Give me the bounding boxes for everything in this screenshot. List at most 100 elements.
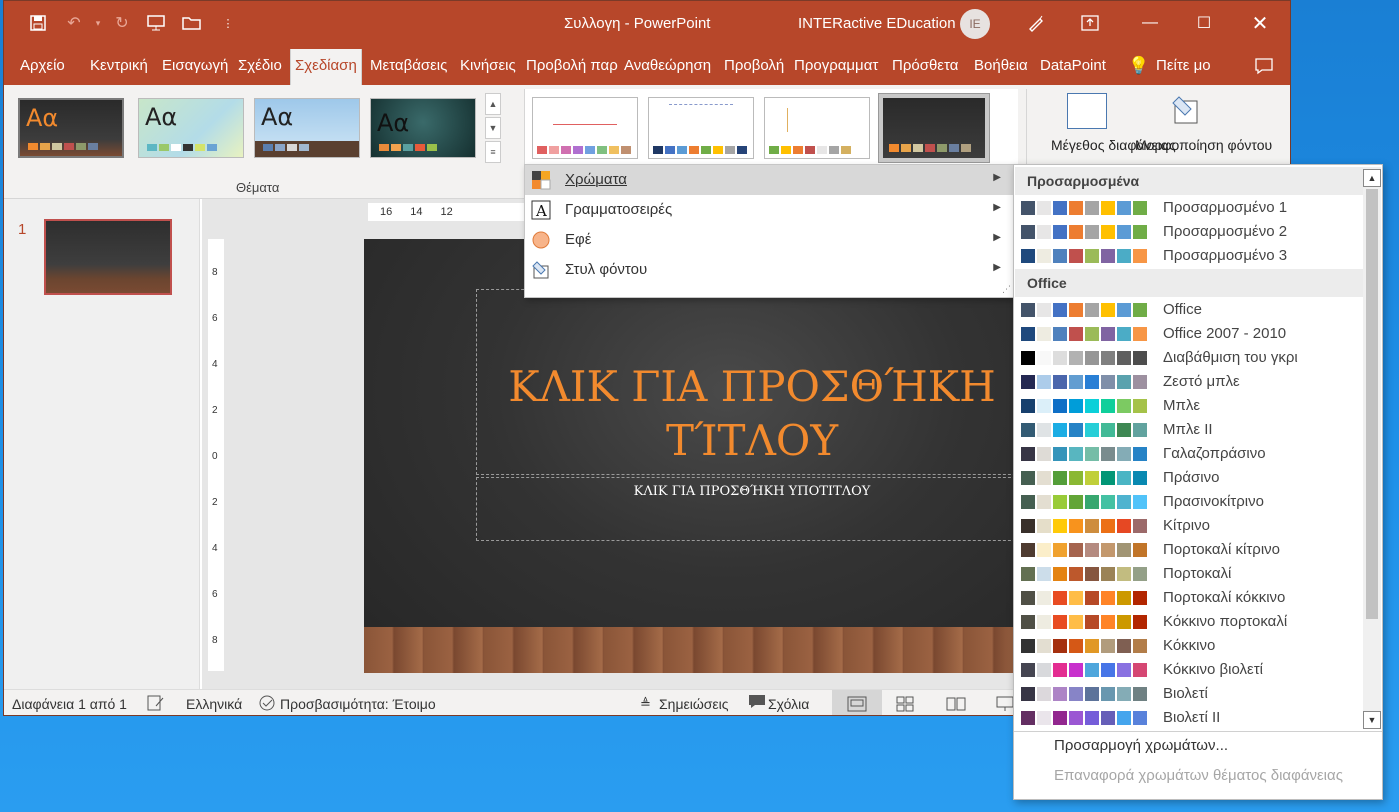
maximize-icon[interactable]: ☐ — [1186, 9, 1222, 37]
scroll-down-icon[interactable]: ▼ — [1363, 711, 1381, 729]
pen-icon[interactable] — [1018, 9, 1054, 37]
undo-icon[interactable]: ↶ — [62, 11, 86, 35]
color-scheme-row[interactable]: Office 2007 - 2010 — [1020, 322, 1360, 346]
accessibility-status[interactable]: Προσβασιμότητα: Έτοιμο — [280, 696, 436, 712]
open-folder-icon[interactable] — [180, 11, 204, 35]
menu-item-effects[interactable]: Εφέ ▶ — [525, 225, 1015, 255]
color-scheme-row[interactable]: Πορτοκαλί κόκκινο — [1020, 586, 1360, 610]
color-scheme-row[interactable]: Προσαρμοσμένο 1 — [1020, 196, 1360, 220]
ribbon-display-options-icon[interactable] — [1072, 9, 1108, 37]
language-indicator[interactable]: Ελληνικά — [186, 696, 242, 712]
tab-slideshow[interactable]: Προβολή παρ — [522, 49, 618, 85]
variant-thumbnail[interactable] — [532, 97, 638, 159]
color-scheme-row[interactable]: Office — [1020, 298, 1360, 322]
slide-size-icon[interactable] — [1067, 93, 1107, 129]
normal-view-button[interactable] — [832, 690, 882, 715]
themes-scroll-up-icon[interactable]: ▲ — [485, 93, 501, 115]
notes-button[interactable]: Σημειώσεις — [659, 696, 729, 712]
scroll-up-icon[interactable]: ▲ — [1363, 169, 1381, 187]
tab-home[interactable]: Κεντρική — [86, 49, 152, 85]
variant-thumbnail[interactable] — [648, 97, 754, 159]
color-scheme-row[interactable]: Βιολετί ΙΙ — [1020, 706, 1360, 730]
comments-button[interactable]: Σχόλια — [768, 696, 809, 712]
variant-thumbnail[interactable] — [764, 97, 870, 159]
accessibility-icon[interactable] — [258, 694, 278, 715]
redo-icon[interactable]: ↻ — [110, 11, 134, 35]
theme-thumbnail[interactable]: Αα — [18, 98, 124, 158]
format-background-icon[interactable] — [1169, 93, 1203, 129]
color-scheme-row[interactable]: Μπλε ΙΙ — [1020, 418, 1360, 442]
tab-addins[interactable]: Πρόσθετα — [888, 49, 962, 85]
tab-transitions[interactable]: Μεταβάσεις — [366, 49, 451, 85]
color-scheme-row[interactable]: Μπλε — [1020, 394, 1360, 418]
slideshow-icon[interactable] — [996, 696, 1014, 715]
color-scheme-row[interactable]: Πορτοκαλί κίτρινο — [1020, 538, 1360, 562]
slide-subtitle[interactable]: ΚΛΙΚ ΓΙΑ ΠΡΟΣΘΉΚΗ ΥΠΟΤΙΤΛΟΥ — [477, 484, 1024, 499]
tab-insert[interactable]: Εισαγωγή — [158, 49, 232, 85]
customize-qat-icon[interactable]: ⋮ — [216, 11, 240, 35]
color-scheme-row[interactable]: Προσαρμοσμένο 3 — [1020, 244, 1360, 268]
slide-sorter-icon[interactable] — [896, 696, 914, 715]
tab-animations[interactable]: Κινήσεις — [456, 49, 520, 85]
comments-icon[interactable] — [748, 694, 766, 713]
close-icon[interactable]: ✕ — [1242, 9, 1278, 37]
variant-thumbnail-selected[interactable] — [878, 93, 990, 163]
title-placeholder[interactable]: ΚΛΙΚ ΓΙΑ ΠΡΟΣΘΉΚΗ ΤΊΤΛΟΥ — [476, 289, 1024, 475]
color-swatch — [1116, 542, 1132, 558]
notes-icon[interactable]: ≜ — [640, 696, 651, 712]
menu-item-background-styles[interactable]: Στυλ φόντου ▶ — [525, 255, 1015, 285]
tab-developer[interactable]: Προγραμματ — [790, 49, 886, 85]
color-scheme-row[interactable]: Κόκκινο πορτοκαλί — [1020, 610, 1360, 634]
color-scheme-row[interactable]: Κόκκινο — [1020, 634, 1360, 658]
ruler-tick: 16 — [380, 206, 393, 218]
color-scheme-row[interactable]: Πορτοκαλί — [1020, 562, 1360, 586]
tab-datapoint[interactable]: DataPoint — [1036, 49, 1110, 85]
lightbulb-icon[interactable]: 💡 — [1124, 49, 1153, 85]
reading-view-icon[interactable] — [946, 696, 966, 715]
tab-view[interactable]: Προβολή — [720, 49, 788, 85]
subtitle-placeholder[interactable]: ΚΛΙΚ ΓΙΑ ΠΡΟΣΘΉΚΗ ΥΠΟΤΙΤΛΟΥ — [476, 477, 1024, 541]
menu-item-colors[interactable]: Χρώματα ▶ — [525, 165, 1015, 195]
theme-thumbnail[interactable]: Αα — [370, 98, 476, 158]
proofing-icon[interactable] — [146, 694, 166, 715]
scrollbar-thumb[interactable] — [1366, 189, 1378, 619]
color-scheme-row[interactable]: Κόκκινο βιολετί — [1020, 658, 1360, 682]
tab-review[interactable]: Αναθεώρηση — [620, 49, 715, 85]
avatar[interactable]: IE — [960, 9, 990, 39]
color-scheme-row[interactable]: Πρασινοκίτρινο — [1020, 490, 1360, 514]
comments-icon[interactable] — [1250, 49, 1278, 85]
present-icon[interactable] — [144, 11, 168, 35]
reset-slide-theme-colors-button[interactable]: Επαναφορά χρωμάτων θέματος διαφάνειας — [1054, 767, 1343, 784]
themes-more-icon[interactable]: ≡ — [485, 141, 501, 163]
save-icon[interactable] — [26, 11, 50, 35]
slide-thumbnail[interactable] — [44, 219, 172, 295]
theme-thumbnail[interactable]: Αα — [138, 98, 244, 158]
color-scheme-row[interactable]: Πράσινο — [1020, 466, 1360, 490]
color-scheme-row[interactable]: Βιολετί — [1020, 682, 1360, 706]
format-background-button[interactable]: Μορφοποίηση φόντου — [1135, 137, 1272, 153]
color-scheme-row[interactable]: Προσαρμοσμένο 2 — [1020, 220, 1360, 244]
color-scheme-row[interactable]: Ζεστό μπλε — [1020, 370, 1360, 394]
user-name[interactable]: INTERactive EDucation — [798, 15, 956, 32]
resize-grip-icon[interactable]: ⋰ — [1002, 284, 1011, 295]
tell-me-search[interactable]: Πείτε μο — [1152, 49, 1218, 85]
color-scheme-row[interactable]: Γαλαζοπράσινο — [1020, 442, 1360, 466]
tab-help[interactable]: Βοήθεια — [970, 49, 1032, 85]
tab-file[interactable]: Αρχείο — [16, 49, 69, 85]
slide-canvas[interactable]: ΚΛΙΚ ΓΙΑ ΠΡΟΣΘΉΚΗ ΤΊΤΛΟΥ ΚΛΙΚ ΓΙΑ ΠΡΟΣΘΉ… — [364, 239, 1024, 673]
tab-draw[interactable]: Σχέδιο — [234, 49, 286, 85]
color-swatch — [1132, 662, 1148, 678]
color-scheme-row[interactable]: Κίτρινο — [1020, 514, 1360, 538]
slide-title[interactable]: ΚΛΙΚ ΓΙΑ ΠΡΟΣΘΉΚΗ ΤΊΤΛΟΥ — [477, 360, 1024, 468]
color-scheme-row[interactable]: Διαβάθμιση του γκρι — [1020, 346, 1360, 370]
undo-dropdown-icon[interactable]: ▾ — [86, 11, 110, 35]
menu-item-fonts[interactable]: A Γραμματοσειρές ▶ — [525, 195, 1015, 225]
customize-colors-button[interactable]: Προσαρμογή χρωμάτων... — [1054, 737, 1228, 754]
tab-design[interactable]: Σχεδίαση — [290, 49, 362, 85]
theme-thumbnail[interactable]: Αα — [254, 98, 360, 158]
themes-scroll-down-icon[interactable]: ▼ — [485, 117, 501, 139]
slide-counter[interactable]: Διαφάνεια 1 από 1 — [12, 696, 127, 712]
gallery-scrollbar[interactable]: ▲ ▼ — [1363, 167, 1381, 729]
minimize-icon[interactable]: — — [1132, 9, 1168, 37]
color-swatch — [1068, 566, 1084, 582]
